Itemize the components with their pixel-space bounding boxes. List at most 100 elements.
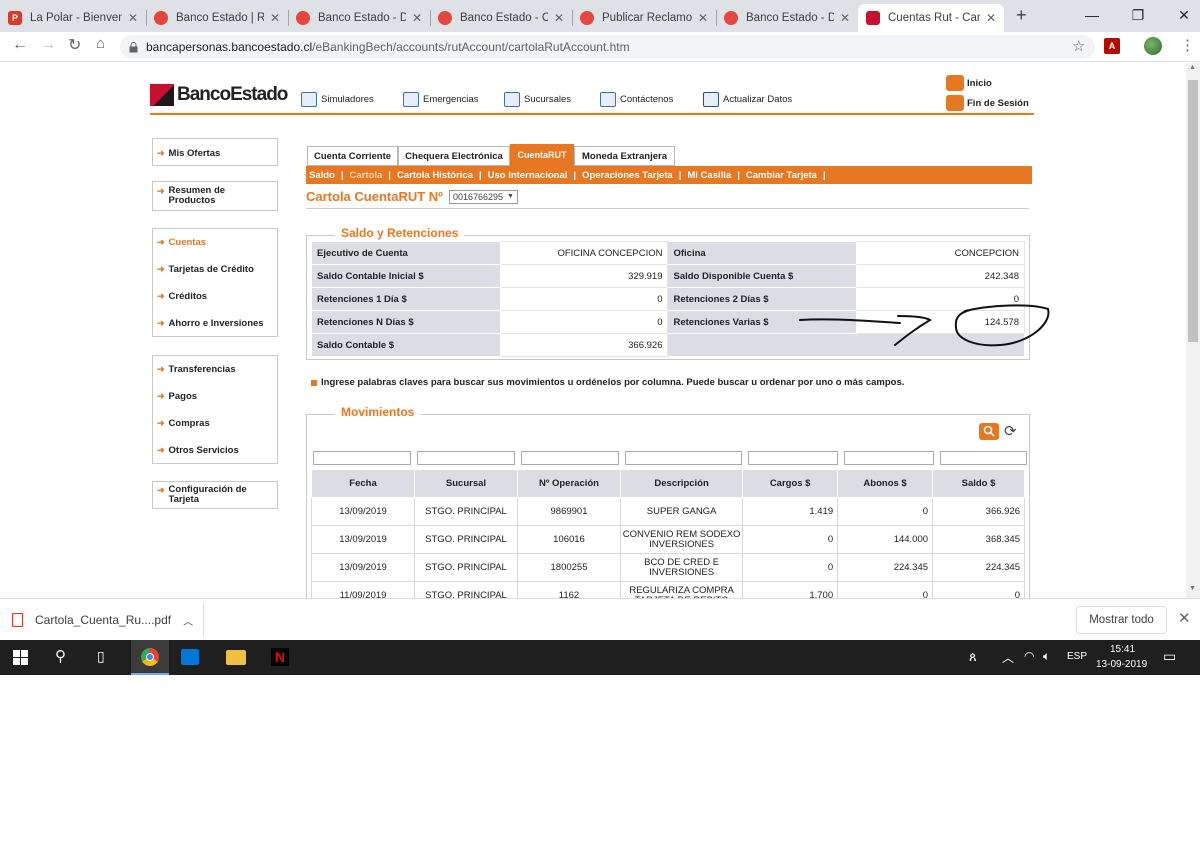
sidebar-item-mis-ofertas[interactable]: ➜ Mis Ofertas	[153, 148, 277, 159]
column-header[interactable]: Nº Operación	[517, 469, 621, 498]
clock-time[interactable]: 15:41	[1110, 644, 1135, 655]
saldo-disponible-label: Saldo Disponible Cuenta $	[667, 264, 858, 288]
tab-cuenta-corriente[interactable]: Cuenta Corriente	[307, 146, 398, 166]
clock-date[interactable]: 13-09-2019	[1096, 659, 1147, 670]
column-header[interactable]: Fecha	[311, 469, 415, 498]
filter-input-6[interactable]	[940, 451, 1027, 465]
search-button[interactable]	[979, 423, 999, 440]
header-link-mail[interactable]: Contáctenos	[600, 92, 673, 107]
column-header[interactable]: Abonos $	[837, 469, 934, 498]
file-explorer-icon[interactable]	[226, 650, 246, 665]
subnav-cartola[interactable]: Cartola	[347, 170, 386, 181]
bancoestado-logo[interactable]: BancoEstado	[150, 83, 288, 107]
column-header[interactable]: Saldo $	[932, 469, 1025, 498]
subnav-saldo[interactable]: Saldo	[306, 170, 338, 181]
tab-chequera[interactable]: Chequera Electrónica	[398, 146, 510, 166]
tab-close-icon[interactable]: ✕	[554, 11, 564, 25]
profile-avatar[interactable]	[1144, 37, 1162, 55]
tab-title: Cuentas Rut - Cart	[888, 12, 980, 24]
tab-close-icon[interactable]: ✕	[986, 11, 996, 25]
sidebar-item-resumen[interactable]: ➜ Resumen de Productos	[153, 186, 277, 206]
tab-close-icon[interactable]: ✕	[698, 11, 708, 25]
show-all-button[interactable]: Mostrar todo	[1076, 606, 1167, 634]
sidebar-item-compras[interactable]: ➜ Compras	[153, 418, 277, 445]
subnav-operaciones-tarjeta[interactable]: Operaciones Tarjeta	[579, 170, 676, 181]
chrome-menu-icon[interactable]: ⋮	[1180, 36, 1195, 54]
browser-tab[interactable]: Publicar Reclamo | ✕	[572, 4, 716, 32]
tab-cuentarut[interactable]: CuentaRUT	[510, 144, 574, 166]
subnav-mi-casilla[interactable]: Mi Casilla	[684, 170, 734, 181]
inicio-link[interactable]: Inicio	[946, 75, 992, 91]
browser-tab[interactable]: Banco Estado - Du ✕	[716, 4, 858, 32]
tray-chevron-icon[interactable]: ︿	[1002, 649, 1014, 666]
tab-moneda-extranjera[interactable]: Moneda Extranjera	[574, 146, 675, 166]
browser-tab[interactable]: Banco Estado | Re ✕	[146, 4, 288, 32]
tab-close-icon[interactable]: ✕	[128, 11, 138, 25]
language-indicator[interactable]: ESP	[1067, 651, 1087, 662]
notification-icon[interactable]: ▭	[1163, 648, 1176, 665]
sidebar-item-transferencias[interactable]: ➜ Transferencias	[153, 364, 277, 391]
subnav-cambiar-tarjeta[interactable]: Cambiar Tarjeta	[743, 170, 820, 181]
minimize-button[interactable]: —	[1069, 0, 1115, 30]
movimientos-section-title: Movimientos	[335, 405, 421, 419]
maximize-button[interactable]: ❐	[1115, 0, 1161, 30]
header-link-emergency[interactable]: Emergencias	[403, 92, 478, 107]
download-item[interactable]: Cartola_Cuenta_Ru....pdf ︿	[12, 607, 202, 633]
column-header[interactable]: Cargos $	[742, 469, 839, 498]
refresh-icon[interactable]: ⟳	[1004, 422, 1017, 440]
tab-close-icon[interactable]: ✕	[270, 11, 280, 25]
scroll-down-icon[interactable]: ▼	[1189, 585, 1196, 592]
close-window-button[interactable]: ✕	[1161, 0, 1200, 30]
account-select[interactable]: 0016766295 ▼	[448, 189, 518, 204]
chrome-taskbar-icon[interactable]	[131, 640, 169, 675]
store-icon[interactable]	[181, 649, 199, 665]
back-icon[interactable]: ←	[12, 36, 28, 54]
bookmark-star-icon[interactable]: ☆	[1072, 37, 1085, 55]
scroll-up-icon[interactable]: ▲	[1189, 64, 1196, 71]
tab-close-icon[interactable]: ✕	[412, 11, 422, 25]
tab-close-icon[interactable]: ✕	[840, 11, 850, 25]
close-icon[interactable]: ✕	[1178, 609, 1191, 627]
forward-icon[interactable]: →	[40, 36, 56, 54]
address-bar[interactable]: bancapersonas.bancoestado.cl/eBankingBec…	[120, 35, 1095, 59]
sidebar-item-creditos[interactable]: ➜ Créditos	[153, 291, 277, 318]
filter-input-5[interactable]	[844, 451, 934, 465]
chevron-up-icon[interactable]: ︿	[183, 613, 193, 628]
scrollbar-thumb[interactable]	[1188, 80, 1198, 342]
sidebar-item-pagos[interactable]: ➜ Pagos	[153, 391, 277, 418]
filter-input-2[interactable]	[521, 451, 619, 465]
browser-tab[interactable]: Banco Estado - Co ✕	[430, 4, 572, 32]
task-view-icon[interactable]: ▯	[97, 648, 105, 665]
netflix-icon[interactable]: N	[271, 648, 289, 666]
reload-icon[interactable]: ↻	[68, 35, 81, 55]
filter-input-1[interactable]	[417, 451, 515, 465]
filter-input-0[interactable]	[313, 451, 411, 465]
browser-tab[interactable]: Cuentas Rut - Cart ✕	[858, 4, 1004, 32]
sidebar-item-config-tarjeta[interactable]: ➜ Configuración de Tarjeta	[153, 485, 277, 505]
sidebar-item-otros-servicios[interactable]: ➜ Otros Servicios	[153, 445, 277, 465]
sidebar-item-tarjetas[interactable]: ➜ Tarjetas de Crédito	[153, 264, 277, 291]
browser-tab[interactable]: P La Polar - Bienven ✕	[0, 4, 146, 32]
arrow-right-icon: ➜	[157, 445, 165, 455]
browser-tab[interactable]: Banco Estado - De ✕	[288, 4, 430, 32]
subnav-uso-internacional[interactable]: Uso Internacional	[485, 170, 571, 181]
pdf-extension-icon[interactable]: A	[1104, 38, 1120, 54]
wifi-icon[interactable]: ◠	[1024, 649, 1034, 663]
fin-sesion-link[interactable]: Fin de Sesión	[946, 95, 1029, 111]
windows-start-icon[interactable]	[13, 650, 28, 665]
header-link-refresh[interactable]: Actualizar Datos	[703, 92, 792, 107]
new-tab-button[interactable]: +	[1016, 5, 1027, 26]
subnav-cartola-hist-rica[interactable]: Cartola Histórica	[394, 170, 476, 181]
sidebar-item-ahorro[interactable]: ➜ Ahorro e Inversiones	[153, 318, 277, 338]
header-link-map[interactable]: Sucursales	[504, 92, 571, 107]
people-icon[interactable]: ጰ	[969, 649, 977, 665]
filter-input-4[interactable]	[748, 451, 838, 465]
home-icon[interactable]: ⌂	[96, 35, 105, 52]
filter-input-3[interactable]	[625, 451, 742, 465]
sidebar-item-cuentas[interactable]: ➜ Cuentas	[153, 237, 277, 264]
volume-icon[interactable]: 🔈︎	[1043, 649, 1050, 664]
header-link-calculator[interactable]: Simuladores	[301, 92, 374, 107]
search-icon[interactable]: ⚲	[55, 647, 66, 665]
column-header[interactable]: Sucursal	[414, 469, 518, 498]
column-header[interactable]: Descripción	[619, 469, 744, 498]
